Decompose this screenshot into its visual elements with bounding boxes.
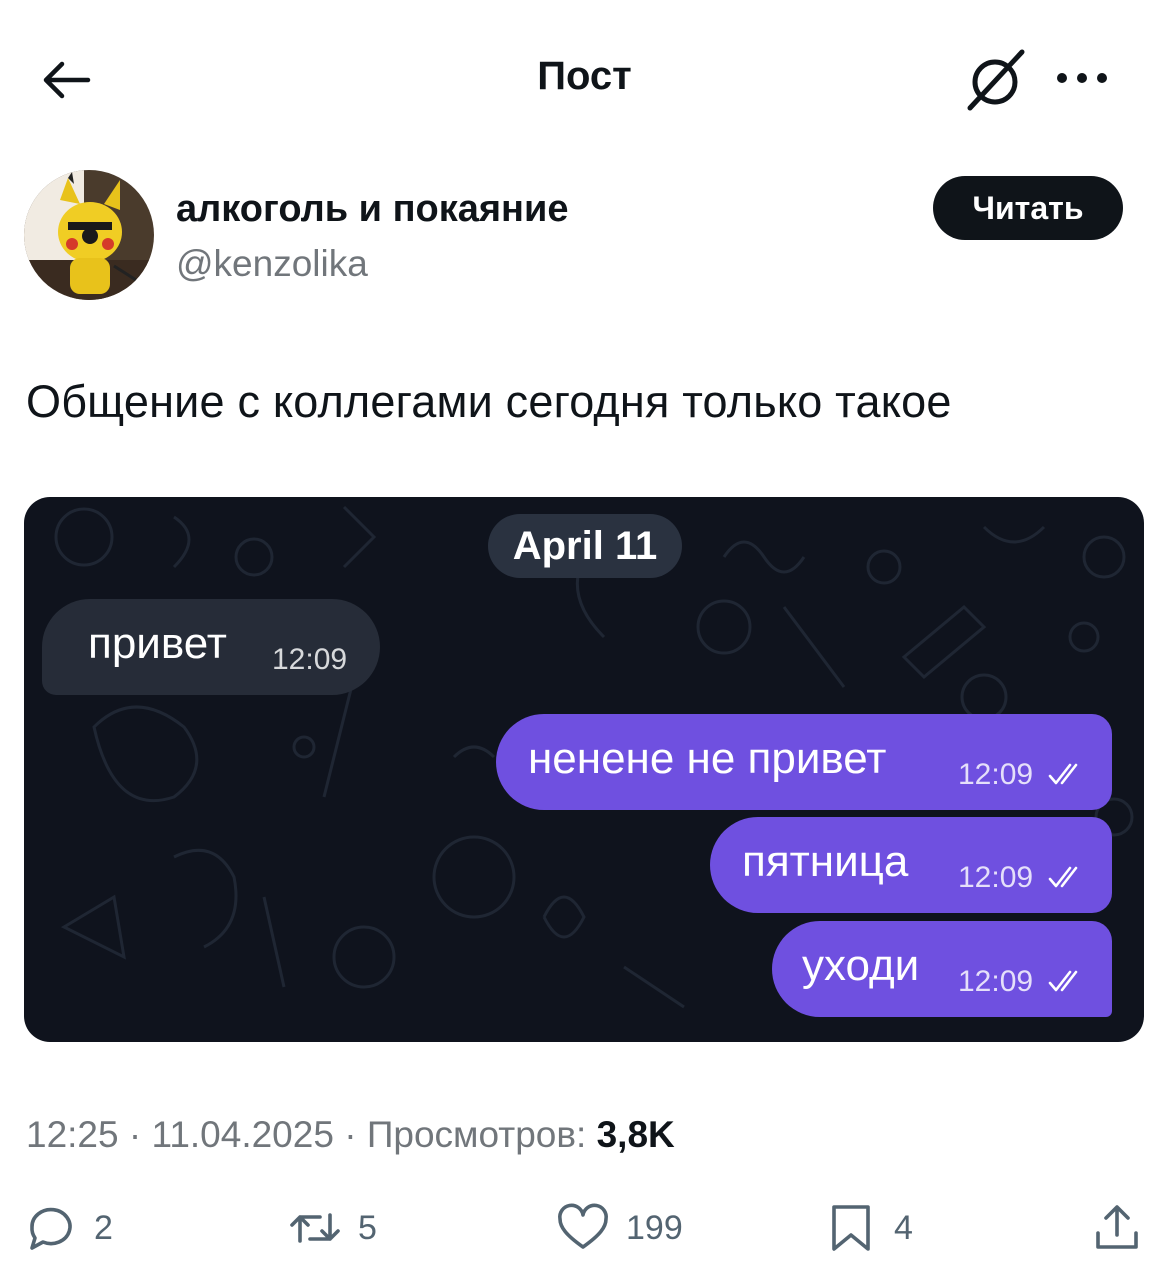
author-name[interactable]: алкоголь и покаяние <box>176 188 569 231</box>
grok-icon <box>967 49 1025 111</box>
heart-icon <box>558 1203 608 1249</box>
reply-icon <box>30 1207 72 1250</box>
message-text: уходи <box>802 941 920 990</box>
share-button[interactable] <box>1090 1198 1144 1258</box>
read-check-icon <box>1048 970 1078 992</box>
message-incoming: привет 12:09 <box>42 599 380 695</box>
post-text: Общение с коллегами сегодня только такое <box>26 376 952 427</box>
message-outgoing: ненене не привет 12:09 <box>496 714 1112 810</box>
post-time: 12:25 <box>26 1114 119 1155</box>
message-time: 12:09 <box>958 965 1034 998</box>
like-count: 199 <box>626 1208 683 1247</box>
like-button[interactable]: 199 <box>556 1198 683 1258</box>
repost-button[interactable]: 5 <box>288 1198 377 1258</box>
message-time: 12:09 <box>272 643 348 676</box>
message-outgoing: уходи 12:09 <box>772 921 1112 1017</box>
read-check-icon <box>1048 763 1078 785</box>
message-text: ненене не привет <box>528 734 887 783</box>
author-avatar[interactable] <box>24 170 154 300</box>
more-icon <box>1057 73 1107 83</box>
bookmark-button[interactable]: 4 <box>824 1198 913 1258</box>
grok-button[interactable] <box>962 46 1028 112</box>
message-time: 12:09 <box>958 758 1034 791</box>
chat-date-chip: April 11 <box>488 514 682 578</box>
follow-button[interactable]: Читать <box>933 176 1123 240</box>
post-image[interactable]: April 11 привет 12:09 ненене не привет 1… <box>24 497 1144 1042</box>
post-date: 11.04.2025 <box>151 1114 334 1155</box>
reply-button[interactable]: 2 <box>24 1198 113 1258</box>
repost-count: 5 <box>358 1208 377 1247</box>
views-label: Просмотров: <box>366 1114 587 1155</box>
message-text: привет <box>88 619 227 668</box>
bookmark-count: 4 <box>894 1208 913 1247</box>
post-meta: 12:25 · 11.04.2025 · Просмотров: 3,8K <box>26 1114 675 1155</box>
message-outgoing: пятница 12:09 <box>710 817 1112 913</box>
message-text: пятница <box>742 837 909 886</box>
reply-count: 2 <box>94 1208 113 1247</box>
views-count: 3,8K <box>596 1114 675 1155</box>
author-handle[interactable]: @kenzolika <box>176 243 368 285</box>
more-options-button[interactable] <box>1052 58 1112 98</box>
bookmark-icon <box>832 1205 870 1251</box>
repost-icon <box>290 1213 340 1243</box>
message-time: 12:09 <box>958 861 1034 894</box>
read-check-icon <box>1048 866 1078 888</box>
share-icon <box>1096 1205 1138 1249</box>
